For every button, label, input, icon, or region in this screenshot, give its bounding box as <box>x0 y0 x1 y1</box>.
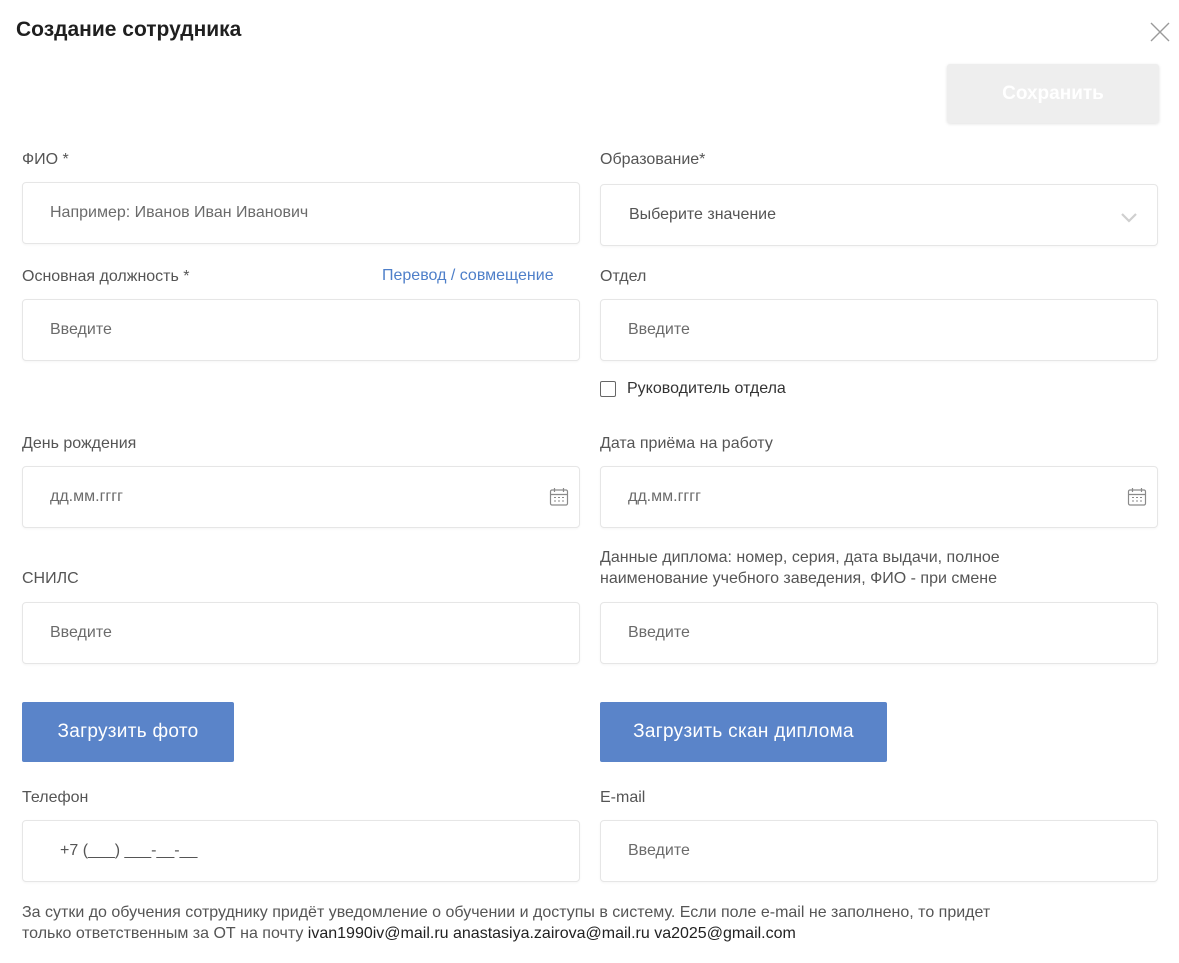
head-of-department-checkbox-row[interactable]: Руководитель отдела <box>600 380 786 398</box>
education-label: Образование* <box>600 151 706 168</box>
calendar-icon[interactable] <box>1127 487 1147 507</box>
birthday-label: День рождения <box>22 435 137 452</box>
education-selected-value: Выберите значение <box>629 206 777 223</box>
snils-input[interactable] <box>23 603 579 663</box>
snils-label: СНИЛС <box>22 570 79 587</box>
position-label: Основная должность * <box>22 268 190 285</box>
email-field <box>600 820 1158 882</box>
hire-date-input[interactable] <box>601 467 1157 527</box>
upload-photo-button[interactable]: Загрузить фото <box>22 702 234 762</box>
hire-date-field <box>600 466 1158 528</box>
fio-label: ФИО * <box>22 151 69 168</box>
email-label: E-mail <box>600 789 646 806</box>
note-line2: только ответственным за ОТ на почту ivan… <box>22 923 1162 944</box>
head-of-department-checkbox[interactable] <box>600 381 616 397</box>
close-button[interactable] <box>1148 20 1172 44</box>
phone-field[interactable]: +7 (___) ___-__-__ <box>22 820 580 882</box>
diploma-label-line1: Данные диплома: номер, серия, дата выдач… <box>600 549 1000 566</box>
birthday-field <box>22 466 580 528</box>
education-select[interactable]: Выберите значение <box>600 184 1158 246</box>
fio-input[interactable] <box>23 183 579 243</box>
hire-date-label: Дата приёма на работу <box>600 435 773 452</box>
note-line2-prefix: только ответственным за ОТ на почту <box>22 925 308 942</box>
head-of-department-label: Руководитель отдела <box>627 380 786 397</box>
save-button[interactable]: Сохранить <box>947 64 1159 123</box>
position-field <box>22 299 580 361</box>
department-input[interactable] <box>601 300 1157 360</box>
position-input[interactable] <box>23 300 579 360</box>
department-label: Отдел <box>600 268 647 285</box>
page-title: Создание сотрудника <box>16 18 242 41</box>
diploma-label: Данные диплома: номер, серия, дата выдач… <box>600 547 1000 589</box>
diploma-field <box>600 602 1158 664</box>
snils-field <box>22 602 580 664</box>
diploma-input[interactable] <box>601 603 1157 663</box>
diploma-label-line2: наименование учебного заведения, ФИО - п… <box>600 570 997 587</box>
close-icon <box>1150 22 1170 42</box>
note-emails: ivan1990iv@mail.ru anastasiya.zairova@ma… <box>307 925 796 942</box>
upload-diploma-button[interactable]: Загрузить скан диплома <box>600 702 887 762</box>
notification-note: За сутки до обучения сотруднику придёт у… <box>22 902 1162 944</box>
fio-field <box>22 182 580 244</box>
email-input[interactable] <box>601 821 1157 881</box>
chevron-down-icon <box>1121 213 1137 223</box>
phone-input[interactable]: +7 (___) ___-__-__ <box>23 842 197 860</box>
transfer-link[interactable]: Перевод / совмещение <box>382 267 554 285</box>
birthday-input[interactable] <box>23 467 579 527</box>
department-field <box>600 299 1158 361</box>
phone-label: Телефон <box>22 789 89 806</box>
calendar-icon[interactable] <box>549 487 569 507</box>
note-line1: За сутки до обучения сотруднику придёт у… <box>22 904 991 921</box>
